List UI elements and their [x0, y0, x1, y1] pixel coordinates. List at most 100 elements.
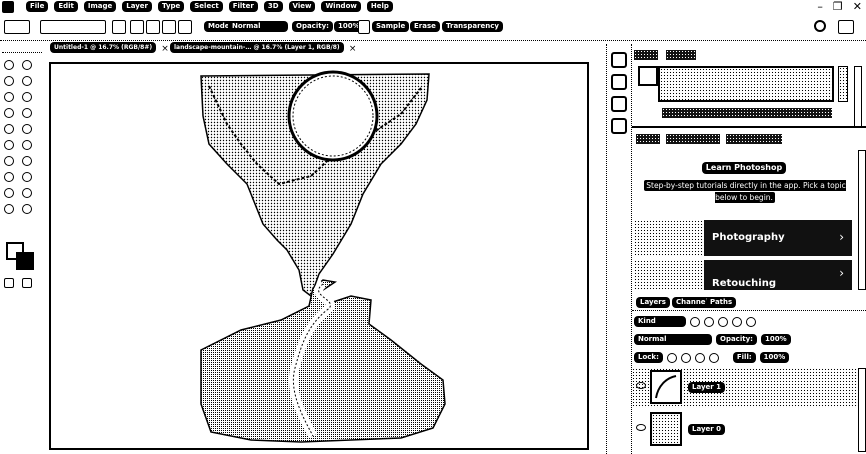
menu-3d[interactable]: 3D: [263, 1, 283, 12]
restore-button[interactable]: ❐: [833, 0, 843, 13]
history-panel-icon[interactable]: [611, 52, 627, 68]
menu-file[interactable]: File: [26, 1, 49, 12]
tab-landscape-close-icon[interactable]: ×: [349, 44, 357, 54]
eyedropper-tool-icon[interactable]: [22, 92, 32, 102]
tab-untitled[interactable]: Untitled-1 @ 16.7% (RGB/8#) ×: [50, 42, 169, 54]
lock-image-icon[interactable]: [680, 352, 691, 363]
filter-adjustment-icon[interactable]: [704, 316, 714, 327]
visibility-eye-icon[interactable]: [636, 382, 646, 389]
crop-tool-icon[interactable]: [4, 92, 14, 102]
menu-edit[interactable]: Edit: [54, 1, 78, 12]
clone-stamp-tool-icon[interactable]: [4, 124, 14, 134]
filter-pixel-icon[interactable]: [690, 316, 700, 327]
tab-landscape[interactable]: landscape-mountain-… @ 16.7% (Layer 1, R…: [170, 42, 356, 54]
search-icon[interactable]: [814, 20, 826, 32]
document-canvas[interactable]: [49, 62, 589, 450]
tab-paths[interactable]: Paths: [706, 297, 737, 308]
shape-tool-icon[interactable]: [22, 188, 32, 198]
mode-icon-3[interactable]: [162, 20, 176, 34]
color-panel: [632, 44, 866, 130]
layer-name[interactable]: Layer 0: [688, 424, 726, 435]
blend-mode-select[interactable]: Normal: [634, 334, 712, 345]
tab-untitled-close-icon[interactable]: ×: [161, 44, 169, 54]
topic-card-retouching[interactable]: Retouching ›: [634, 260, 852, 290]
layer-opacity-input[interactable]: 100%: [760, 334, 791, 345]
tool-preset-picker[interactable]: [4, 20, 30, 34]
close-button[interactable]: ✕: [853, 0, 862, 13]
lasso-tool-icon[interactable]: [4, 76, 14, 86]
filter-type-icon[interactable]: [718, 316, 728, 327]
menu-select[interactable]: Select: [190, 1, 223, 12]
kind-filter-select[interactable]: Kind: [634, 316, 686, 327]
quick-mask-icon[interactable]: [4, 278, 14, 288]
lock-position-icon[interactable]: [694, 352, 705, 363]
color-panel-scrollbar[interactable]: [854, 66, 862, 128]
layers-panel-scrollbar[interactable]: [858, 368, 866, 452]
hue-slider[interactable]: [838, 66, 848, 102]
history-brush-tool-icon[interactable]: [22, 124, 32, 134]
marquee-tool-icon[interactable]: [22, 60, 32, 70]
fill-label: Fill:: [732, 352, 756, 363]
sample-button[interactable]: Sample: [372, 21, 410, 32]
gradient-tool-icon[interactable]: [22, 140, 32, 150]
menu-window[interactable]: Window: [321, 1, 361, 12]
learn-panel-scrollbar[interactable]: [858, 150, 866, 290]
mode-icon-4[interactable]: [178, 20, 192, 34]
adjustments-panel-icon[interactable]: [611, 96, 627, 112]
filter-shape-icon[interactable]: [732, 316, 742, 327]
eraser-tool-icon[interactable]: [4, 140, 14, 150]
quick-select-tool-icon[interactable]: [22, 76, 32, 86]
color-tab[interactable]: [634, 50, 658, 60]
menu-type[interactable]: Type: [158, 1, 185, 12]
screen-mode-icon[interactable]: [22, 278, 32, 288]
tab-layers[interactable]: Layers: [636, 297, 670, 308]
topic-card-photography[interactable]: Photography ›: [634, 220, 852, 256]
move-tool-icon[interactable]: [4, 60, 14, 70]
background-color-swatch[interactable]: [16, 252, 34, 270]
blur-tool-icon[interactable]: [4, 156, 14, 166]
filter-smart-object-icon[interactable]: [746, 316, 756, 327]
libraries-tab[interactable]: [666, 134, 720, 144]
mode-icon-2[interactable]: [146, 20, 160, 34]
pen-tool-icon[interactable]: [4, 172, 14, 182]
mode-icon-1[interactable]: [130, 20, 144, 34]
mode-select[interactable]: Normal: [228, 21, 288, 32]
color-spectrum[interactable]: [658, 66, 834, 102]
adjustments-tab[interactable]: [726, 134, 782, 144]
photoshop-app-icon[interactable]: [2, 1, 14, 13]
layer-row-1[interactable]: Layer 1: [632, 368, 858, 408]
type-tool-icon[interactable]: [22, 172, 32, 182]
menu-image[interactable]: Image: [83, 1, 117, 12]
workspace-icon[interactable]: [838, 20, 854, 34]
menu-filter[interactable]: Filter: [228, 1, 258, 12]
pressure-opacity-icon[interactable]: [358, 20, 370, 34]
fill-input[interactable]: 100%: [759, 352, 790, 363]
layer-row-0[interactable]: Layer 0: [632, 410, 858, 450]
path-selection-tool-icon[interactable]: [4, 188, 14, 198]
menu-help[interactable]: Help: [366, 1, 393, 12]
healing-brush-tool-icon[interactable]: [4, 108, 14, 118]
color-ramp[interactable]: [662, 108, 832, 118]
dodge-tool-icon[interactable]: [22, 156, 32, 166]
transparency-button[interactable]: Transparency: [442, 21, 503, 32]
swatches-tab[interactable]: [666, 50, 696, 60]
erase-button[interactable]: Erase: [410, 21, 440, 32]
brush-preset-picker[interactable]: [40, 20, 106, 34]
menu-layer[interactable]: Layer: [122, 1, 152, 12]
hand-tool-icon[interactable]: [4, 204, 14, 214]
toolbar-grip[interactable]: [2, 52, 42, 56]
visibility-eye-icon[interactable]: [636, 424, 646, 431]
minimize-button[interactable]: –: [817, 0, 823, 13]
menu-view[interactable]: View: [288, 1, 316, 12]
zoom-tool-icon[interactable]: [22, 204, 32, 214]
lock-transparent-icon[interactable]: [666, 352, 677, 363]
properties-panel-icon[interactable]: [611, 74, 627, 90]
brush-tool-icon[interactable]: [22, 108, 32, 118]
layer-name[interactable]: Layer 1: [688, 382, 726, 393]
layers-panel-tabs: Layers Channels Paths: [632, 296, 866, 311]
lock-all-icon[interactable]: [708, 352, 719, 363]
learn-tab[interactable]: [636, 134, 660, 144]
foreground-swatch[interactable]: [638, 66, 658, 86]
brush-settings-icon[interactable]: [112, 20, 126, 34]
libraries-panel-icon[interactable]: [611, 118, 627, 134]
